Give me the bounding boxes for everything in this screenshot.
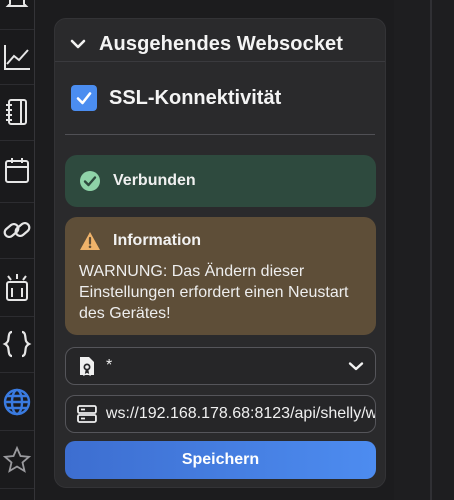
status-alert: Verbunden <box>65 155 376 207</box>
chart-line-icon <box>4 45 30 70</box>
info-message: WARNUNG: Das Ändern dieser Einstellungen… <box>79 263 349 322</box>
info-alert: Information WARNUNG: Das Ändern dieser E… <box>65 217 376 335</box>
star-icon <box>2 445 32 473</box>
sidebar-item-calendar[interactable] <box>0 144 34 198</box>
code-braces-icon <box>2 330 32 358</box>
bell-icon <box>5 0 29 7</box>
ssl-label: SSL-Konnektivität <box>109 86 282 109</box>
sidebar-item-charts[interactable] <box>0 30 34 84</box>
server-url-field[interactable] <box>65 395 376 433</box>
header-divider <box>55 61 385 62</box>
sidebar-item-notifications[interactable] <box>0 0 34 26</box>
info-title: Information <box>113 232 201 249</box>
save-button[interactable]: Speichern <box>65 441 376 479</box>
globe-icon <box>3 388 31 416</box>
warning-icon <box>80 232 100 250</box>
sidebar-item-device-alert[interactable] <box>0 261 34 315</box>
section-header[interactable]: Ausgehendes Websocket <box>67 29 343 59</box>
check-circle-icon <box>80 171 100 191</box>
certificate-icon <box>80 357 94 377</box>
websocket-card: Ausgehendes Websocket SSL-Konnektivität … <box>54 18 386 488</box>
checkmark-icon <box>76 92 92 105</box>
section-title: Ausgehendes Websocket <box>99 32 344 55</box>
server-icon <box>77 405 97 423</box>
notebook-icon <box>6 99 27 125</box>
sidebar-item-websocket[interactable] <box>0 375 34 429</box>
chevron-down-icon <box>348 362 364 371</box>
link-icon <box>3 221 31 239</box>
right-panel-divider <box>430 0 432 500</box>
certificate-select-value: * <box>106 357 113 374</box>
certificate-select[interactable]: * <box>65 347 376 385</box>
status-text: Verbunden <box>113 172 196 189</box>
sidebar-item-scripts[interactable] <box>0 317 34 371</box>
sidebar-edge <box>34 0 35 500</box>
server-url-input[interactable] <box>105 405 375 423</box>
right-panel-background <box>394 0 454 500</box>
sidebar-item-links[interactable] <box>0 203 34 257</box>
device-alert-icon <box>6 274 28 301</box>
sidebar-item-notebook[interactable] <box>0 85 34 139</box>
sidebar-item-favorites[interactable] <box>0 433 34 487</box>
chevron-down-icon <box>70 39 86 49</box>
divider <box>65 134 375 135</box>
ssl-checkbox-row[interactable]: SSL-Konnektivität <box>71 85 281 111</box>
calendar-icon <box>5 158 29 183</box>
sidebar <box>0 0 34 500</box>
ssl-checkbox[interactable] <box>71 85 97 111</box>
